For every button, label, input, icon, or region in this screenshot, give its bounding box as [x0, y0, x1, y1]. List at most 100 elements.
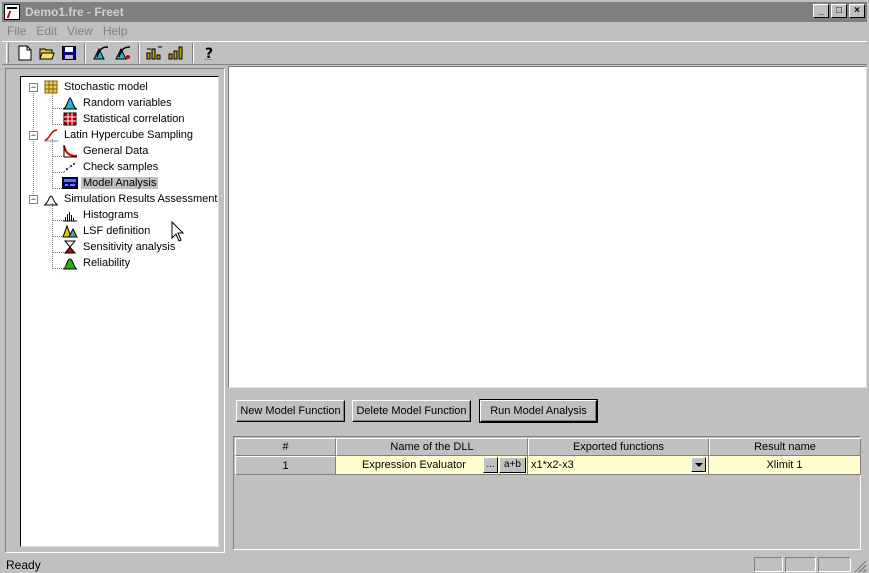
- tree-label: Sensitivity analysis: [83, 241, 176, 253]
- new-model-function-button[interactable]: New Model Function: [236, 400, 345, 422]
- browse-dll-button[interactable]: ...: [483, 457, 498, 473]
- histogram-icon: [62, 208, 78, 222]
- lhs-curve-icon: [43, 128, 59, 142]
- maximize-button[interactable]: □: [831, 4, 847, 18]
- run-model-analysis-button[interactable]: Run Model Analysis: [479, 399, 598, 423]
- row-number: 1: [235, 456, 336, 475]
- status-pane-1: [754, 557, 783, 572]
- svg-text:?: ?: [205, 46, 213, 61]
- delete-model-function-button[interactable]: Delete Model Function: [352, 400, 471, 422]
- toolbar-separator: [138, 43, 140, 63]
- close-button[interactable]: ×: [849, 4, 865, 18]
- lhs-button[interactable]: [90, 43, 112, 63]
- tree-item-lsf-definition[interactable]: LSF definition: [62, 223, 152, 239]
- result-name-cell[interactable]: Xlimit 1: [709, 456, 861, 475]
- tree-label: Statistical correlation: [83, 113, 185, 125]
- tree-item-random-variables[interactable]: Random variables: [62, 95, 174, 111]
- new-file-icon: [18, 45, 32, 61]
- toolbar: ?: [2, 41, 867, 65]
- minimize-button[interactable]: _: [813, 4, 829, 18]
- menu-view[interactable]: View: [62, 24, 98, 38]
- distribution-icon: [62, 96, 78, 110]
- tree-label: Stochastic model: [64, 81, 148, 93]
- toolbar-grip[interactable]: [6, 43, 9, 63]
- exported-function-value: x1*x2-x3: [531, 459, 574, 471]
- column-header-exported-functions[interactable]: Exported functions: [528, 438, 709, 456]
- status-pane-3: [818, 557, 851, 572]
- menu-bar: File Edit View Help: [2, 22, 133, 40]
- expander-lhs[interactable]: −: [29, 131, 38, 140]
- chart-2-button[interactable]: [166, 43, 188, 63]
- navigation-tree[interactable]: − Stochastic model Random variables Stat…: [20, 76, 219, 547]
- column-header-number[interactable]: #: [235, 438, 336, 456]
- model-analysis-panel: New Model Function Delete Model Function…: [228, 391, 867, 553]
- window-title: Demo1.fre - Freet: [25, 5, 124, 19]
- title-bar[interactable]: Demo1.fre - Freet _ □ ×: [2, 2, 867, 22]
- dropdown-arrow-icon[interactable]: [691, 457, 706, 472]
- open-button[interactable]: [36, 43, 58, 63]
- tree-panel-frame: − Stochastic model Random variables Stat…: [5, 68, 225, 553]
- tree-item-reliability[interactable]: Reliability: [62, 255, 132, 271]
- save-icon: [62, 46, 76, 60]
- menu-help[interactable]: Help: [98, 24, 133, 38]
- new-file-button[interactable]: [14, 43, 36, 63]
- menu-edit[interactable]: Edit: [31, 24, 62, 38]
- status-pane-2: [785, 557, 816, 572]
- tree-item-statistical-correlation[interactable]: Statistical correlation: [62, 111, 187, 127]
- chart-2-icon: [168, 46, 183, 60]
- help-icon: ?: [204, 46, 213, 61]
- toolbar-separator: [84, 43, 86, 63]
- tree-item-model-analysis[interactable]: Model Analysis: [62, 175, 159, 191]
- general-data-icon: [62, 144, 78, 158]
- status-text: Ready: [6, 558, 41, 572]
- expander-results[interactable]: −: [29, 195, 38, 204]
- lsf-icon: [62, 224, 78, 238]
- correlation-matrix-icon: [62, 112, 78, 126]
- app-icon[interactable]: [4, 4, 20, 20]
- grid-icon: [43, 80, 59, 94]
- dll-name-value: Expression Evaluator: [362, 459, 466, 471]
- expression-button[interactable]: a+b: [499, 457, 526, 473]
- toolbar-separator: [192, 43, 194, 63]
- tree-label: Check samples: [83, 161, 159, 173]
- model-view-area[interactable]: [228, 66, 867, 388]
- status-bar: Ready: [2, 556, 867, 573]
- sensitivity-icon: [62, 240, 78, 254]
- resize-grip-icon[interactable]: [854, 560, 866, 572]
- tree-label: Simulation Results Assessment: [64, 193, 218, 205]
- dll-name-cell[interactable]: Expression Evaluator ... a+b: [336, 456, 528, 475]
- tree-item-general-data[interactable]: General Data: [62, 143, 150, 159]
- tree-item-simulation-results-assessment[interactable]: Simulation Results Assessment: [43, 191, 219, 207]
- reliability-icon: [62, 256, 78, 270]
- help-button[interactable]: ?: [198, 43, 220, 63]
- open-folder-icon: [39, 48, 55, 60]
- chart-button[interactable]: [144, 43, 166, 63]
- tree-item-sensitivity-analysis[interactable]: Sensitivity analysis: [62, 239, 177, 255]
- exported-function-dropdown[interactable]: x1*x2-x3: [528, 456, 709, 475]
- tree-item-latin-hypercube-sampling[interactable]: Latin Hypercube Sampling: [43, 127, 195, 143]
- column-header-dll[interactable]: Name of the DLL: [336, 438, 528, 456]
- tree-item-check-samples[interactable]: Check samples: [62, 159, 160, 175]
- tree-label: LSF definition: [83, 225, 151, 237]
- mouse-cursor-icon: [171, 221, 185, 242]
- result-name-value: Xlimit 1: [766, 459, 803, 471]
- tree-label: Histograms: [83, 209, 139, 221]
- save-button[interactable]: [58, 43, 80, 63]
- menu-file[interactable]: File: [2, 24, 31, 38]
- tree-label: Model Analysis: [81, 177, 159, 189]
- model-analysis-icon: [62, 176, 78, 190]
- lhs-run-icon: [115, 46, 131, 60]
- check-samples-icon: [62, 160, 78, 174]
- tree-item-histograms[interactable]: Histograms: [62, 207, 141, 223]
- model-functions-grid[interactable]: # Name of the DLL Exported functions Res…: [233, 436, 861, 550]
- lhs-run-button[interactable]: [112, 43, 134, 63]
- lhs-icon: [93, 46, 109, 60]
- tree-label: Latin Hypercube Sampling: [64, 129, 194, 141]
- tree-label: General Data: [83, 145, 149, 157]
- expander-stochastic-model[interactable]: −: [29, 83, 38, 92]
- grid-header: # Name of the DLL Exported functions Res…: [235, 438, 861, 456]
- column-header-result-name[interactable]: Result name: [709, 438, 861, 456]
- table-row[interactable]: 1 Expression Evaluator ... a+b x1*x2-x3 …: [235, 456, 861, 475]
- tree-label: Reliability: [83, 257, 131, 269]
- tree-item-stochastic-model[interactable]: Stochastic model: [43, 79, 150, 95]
